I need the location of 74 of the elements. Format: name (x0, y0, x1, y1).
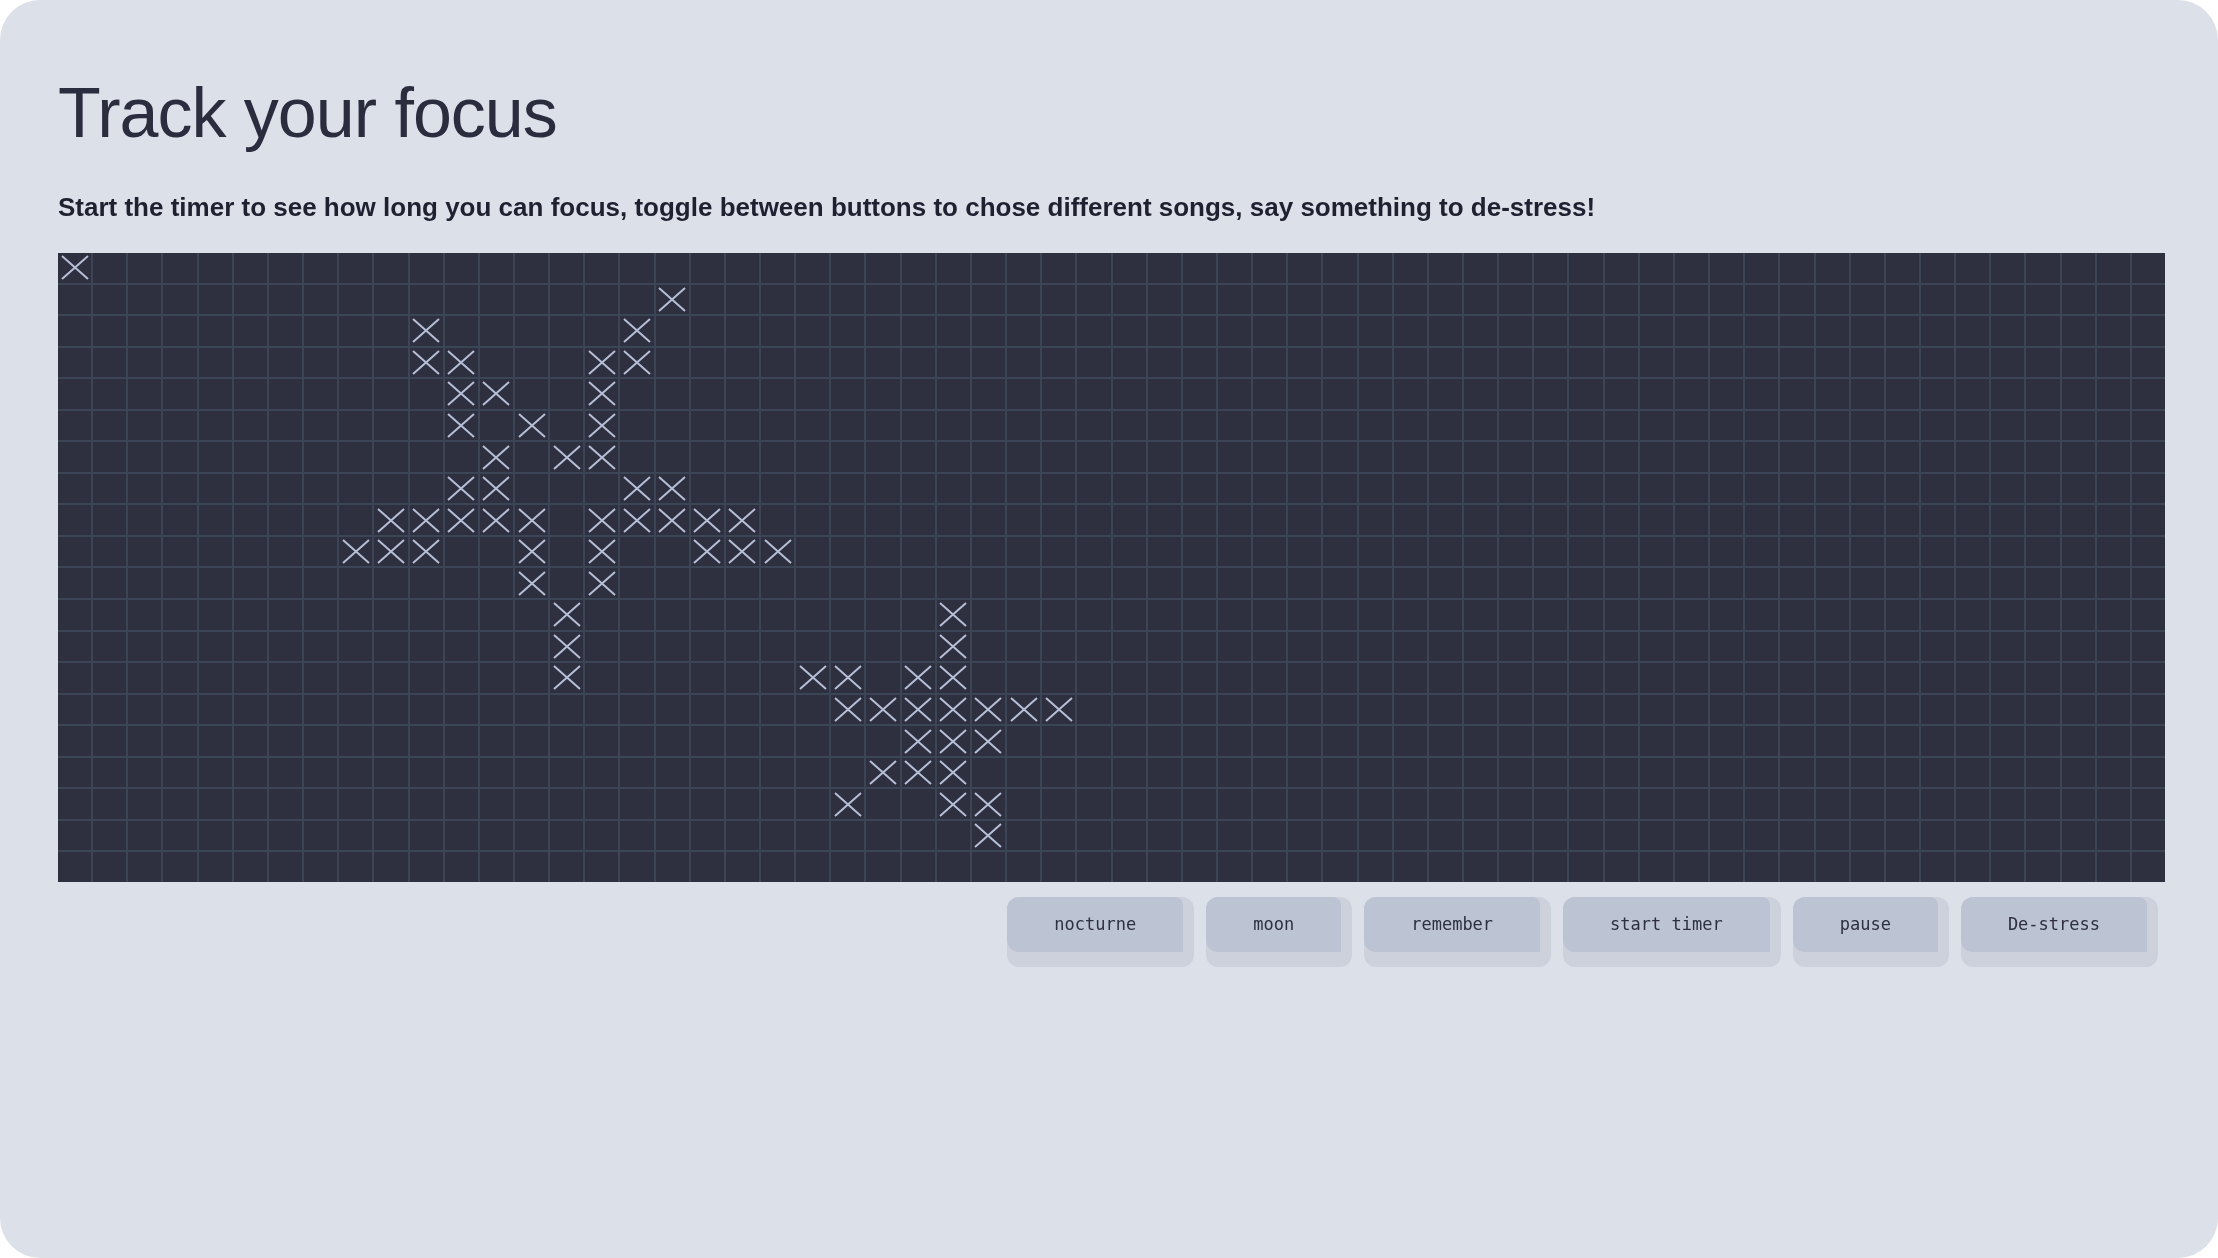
cross-icon (658, 286, 687, 312)
cross-icon (1044, 696, 1073, 722)
cross-icon (833, 791, 862, 817)
cross-icon (939, 728, 968, 754)
cross-icon (763, 539, 792, 565)
cross-icon (939, 633, 968, 659)
cross-icon (1009, 696, 1038, 722)
cross-icon (447, 476, 476, 502)
cross-icon (587, 507, 616, 533)
cross-icon (482, 476, 511, 502)
cross-icon (658, 476, 687, 502)
cross-icon (904, 665, 933, 691)
cross-icon (587, 349, 616, 375)
cross-icon (622, 507, 651, 533)
cross-icon (939, 696, 968, 722)
action-button[interactable]: pause (1792, 897, 1949, 967)
cross-icon (60, 255, 89, 281)
cross-icon (552, 633, 581, 659)
cross-icon (869, 696, 897, 722)
cross-icon (904, 728, 933, 754)
action-button[interactable]: De-stress (1960, 897, 2158, 967)
cross-icon (939, 665, 968, 691)
cross-icon (974, 728, 1003, 754)
cross-icon (412, 349, 441, 375)
cross-icon (482, 381, 511, 407)
cross-icon (412, 507, 441, 533)
cross-icon (517, 413, 546, 438)
action-button[interactable]: start timer (1563, 897, 1781, 967)
cross-icon (693, 539, 722, 565)
cross-icon (939, 760, 968, 786)
cross-icon (904, 696, 933, 722)
cross-icon (798, 665, 827, 691)
cross-icon (587, 570, 616, 596)
cross-icon (904, 760, 933, 786)
cross-icon (587, 444, 616, 470)
cross-icon (833, 665, 862, 691)
action-button[interactable]: remember (1364, 897, 1552, 967)
cross-icon (341, 539, 370, 565)
action-button[interactable]: nocturne (1007, 897, 1195, 967)
cross-icon (447, 507, 476, 533)
cross-icon (939, 791, 968, 817)
cross-icon (587, 413, 616, 438)
cross-icon (587, 539, 616, 565)
cross-icon (658, 507, 687, 533)
cross-icon (552, 602, 581, 628)
cross-icon (587, 381, 616, 407)
cross-icon (552, 665, 581, 691)
action-button[interactable]: moon (1206, 897, 1353, 967)
cross-icon (447, 349, 476, 375)
cross-icon (622, 318, 651, 344)
cross-icon (622, 476, 651, 502)
cross-icon (693, 507, 722, 533)
cross-icon (974, 823, 1003, 849)
cross-icon (517, 507, 546, 533)
cross-icon (974, 696, 1003, 722)
cross-icon (447, 381, 476, 407)
cross-icon (728, 507, 757, 533)
cross-icon (939, 602, 968, 628)
cross-icon (552, 444, 581, 470)
cross-icon (482, 444, 511, 470)
cross-icon (376, 507, 405, 533)
cross-icon (622, 349, 651, 375)
cross-icon (412, 539, 441, 565)
cross-icon (412, 318, 441, 344)
cross-icon (517, 539, 546, 565)
cross-icon (517, 570, 546, 596)
cross-icon (974, 791, 1003, 817)
cross-icon (376, 539, 405, 565)
cross-icon (869, 760, 897, 786)
cross-icon (447, 413, 476, 438)
cross-icon (833, 696, 862, 722)
cross-icon (482, 507, 511, 533)
instructions-text: Start the timer to see how long you can focus, toggle between buttons to chose different songs, say something to de-stress! (58, 194, 1596, 220)
cross-icon (728, 539, 757, 565)
